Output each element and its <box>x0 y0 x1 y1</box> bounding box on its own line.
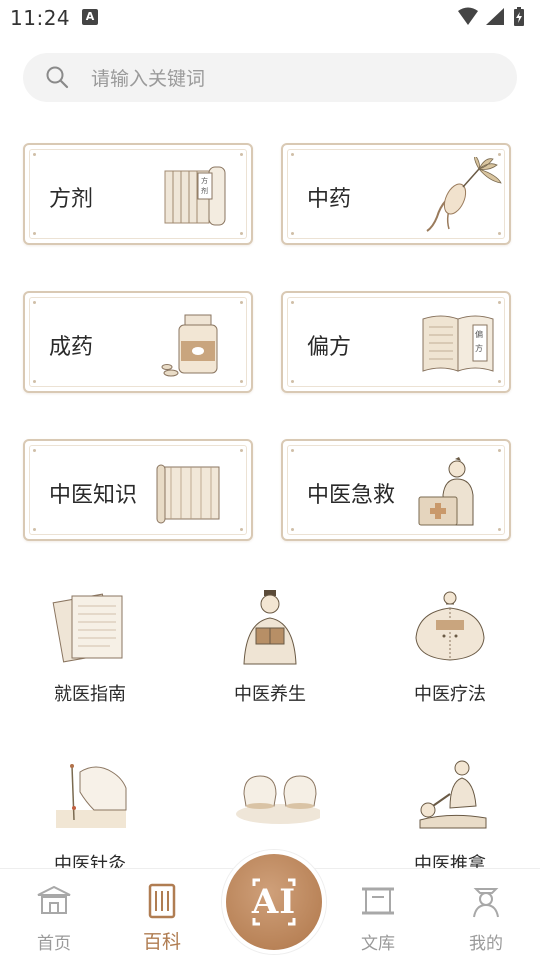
category-card-pianfang[interactable]: 偏方 偏方 <box>281 291 511 393</box>
category-card-first-aid[interactable]: 中医急救 <box>281 439 511 541</box>
grid-label: 中医疗法 <box>414 684 486 705</box>
ginseng-icon <box>426 157 502 232</box>
nav-library-label: 文库 <box>361 934 395 954</box>
paper-sheets-icon <box>52 593 123 663</box>
scroll-book-icon <box>148 883 176 919</box>
search-icon <box>46 66 69 89</box>
status-time: 11:24 <box>10 6 71 30</box>
grid-item-therapy[interactable]: 中医疗法 <box>375 588 525 718</box>
category-card-zhongyao[interactable]: 中药 <box>281 143 511 245</box>
acupuncture-hand-icon <box>56 764 127 828</box>
home-pavilion-icon <box>37 885 71 914</box>
grid-label: 中医养生 <box>234 684 306 705</box>
scroll-icon <box>362 887 394 915</box>
category-card-knowledge[interactable]: 中医知识 <box>23 439 253 541</box>
nav-home-label: 首页 <box>37 934 71 954</box>
wifi-icon <box>458 7 478 25</box>
scholar-avatar-icon <box>473 888 499 918</box>
back-acupoint-icon <box>415 591 485 661</box>
grid-label: 就医指南 <box>54 684 126 705</box>
medicine-bottle-icon <box>161 314 218 377</box>
grid-item-yangsheng[interactable]: 中医养生 <box>195 588 345 718</box>
signal-icon <box>486 8 504 25</box>
svg-text:方: 方 <box>201 176 208 185</box>
category-label: 成药 <box>49 335 94 360</box>
category-card-fangji[interactable]: 方剂 方剂 <box>23 143 253 245</box>
nav-library[interactable]: 文库 <box>338 875 418 955</box>
nav-home[interactable]: 首页 <box>14 875 94 955</box>
nav-mine[interactable]: 我的 <box>446 875 526 955</box>
massage-icon <box>419 760 487 829</box>
system-status-icons <box>458 7 524 26</box>
category-label: 中医急救 <box>307 483 396 508</box>
nav-encyclopedia[interactable]: 百科 <box>122 875 202 955</box>
category-label: 方剂 <box>49 187 94 212</box>
status-bar: 11:24 A <box>0 0 540 36</box>
cupping-icon <box>236 775 320 824</box>
scholar-reading-icon <box>243 590 297 665</box>
search-bar[interactable] <box>23 53 517 104</box>
open-book-icon: 偏方 <box>422 315 494 372</box>
scroll-book-icon: 方剂 <box>164 166 226 226</box>
svg-text:偏: 偏 <box>475 329 483 339</box>
ai-button-label: AI <box>251 882 297 922</box>
svg-text:剂: 剂 <box>201 186 208 195</box>
category-label: 中药 <box>307 187 352 212</box>
grid-item-guide[interactable]: 就医指南 <box>15 588 165 718</box>
bamboo-scroll-icon <box>156 464 220 524</box>
nav-mine-label: 我的 <box>469 934 503 954</box>
first-aid-doctor-icon <box>418 457 474 526</box>
nav-encyclopedia-label: 百科 <box>142 931 181 953</box>
category-card-chengyao[interactable]: 成药 <box>23 291 253 393</box>
category-label: 偏方 <box>307 335 352 360</box>
notification-a-icon: A <box>82 9 98 25</box>
category-label: 中医知识 <box>49 483 138 508</box>
search-input[interactable] <box>89 53 493 104</box>
ai-assistant-button[interactable]: AI <box>222 850 326 954</box>
svg-text:方: 方 <box>475 343 483 353</box>
